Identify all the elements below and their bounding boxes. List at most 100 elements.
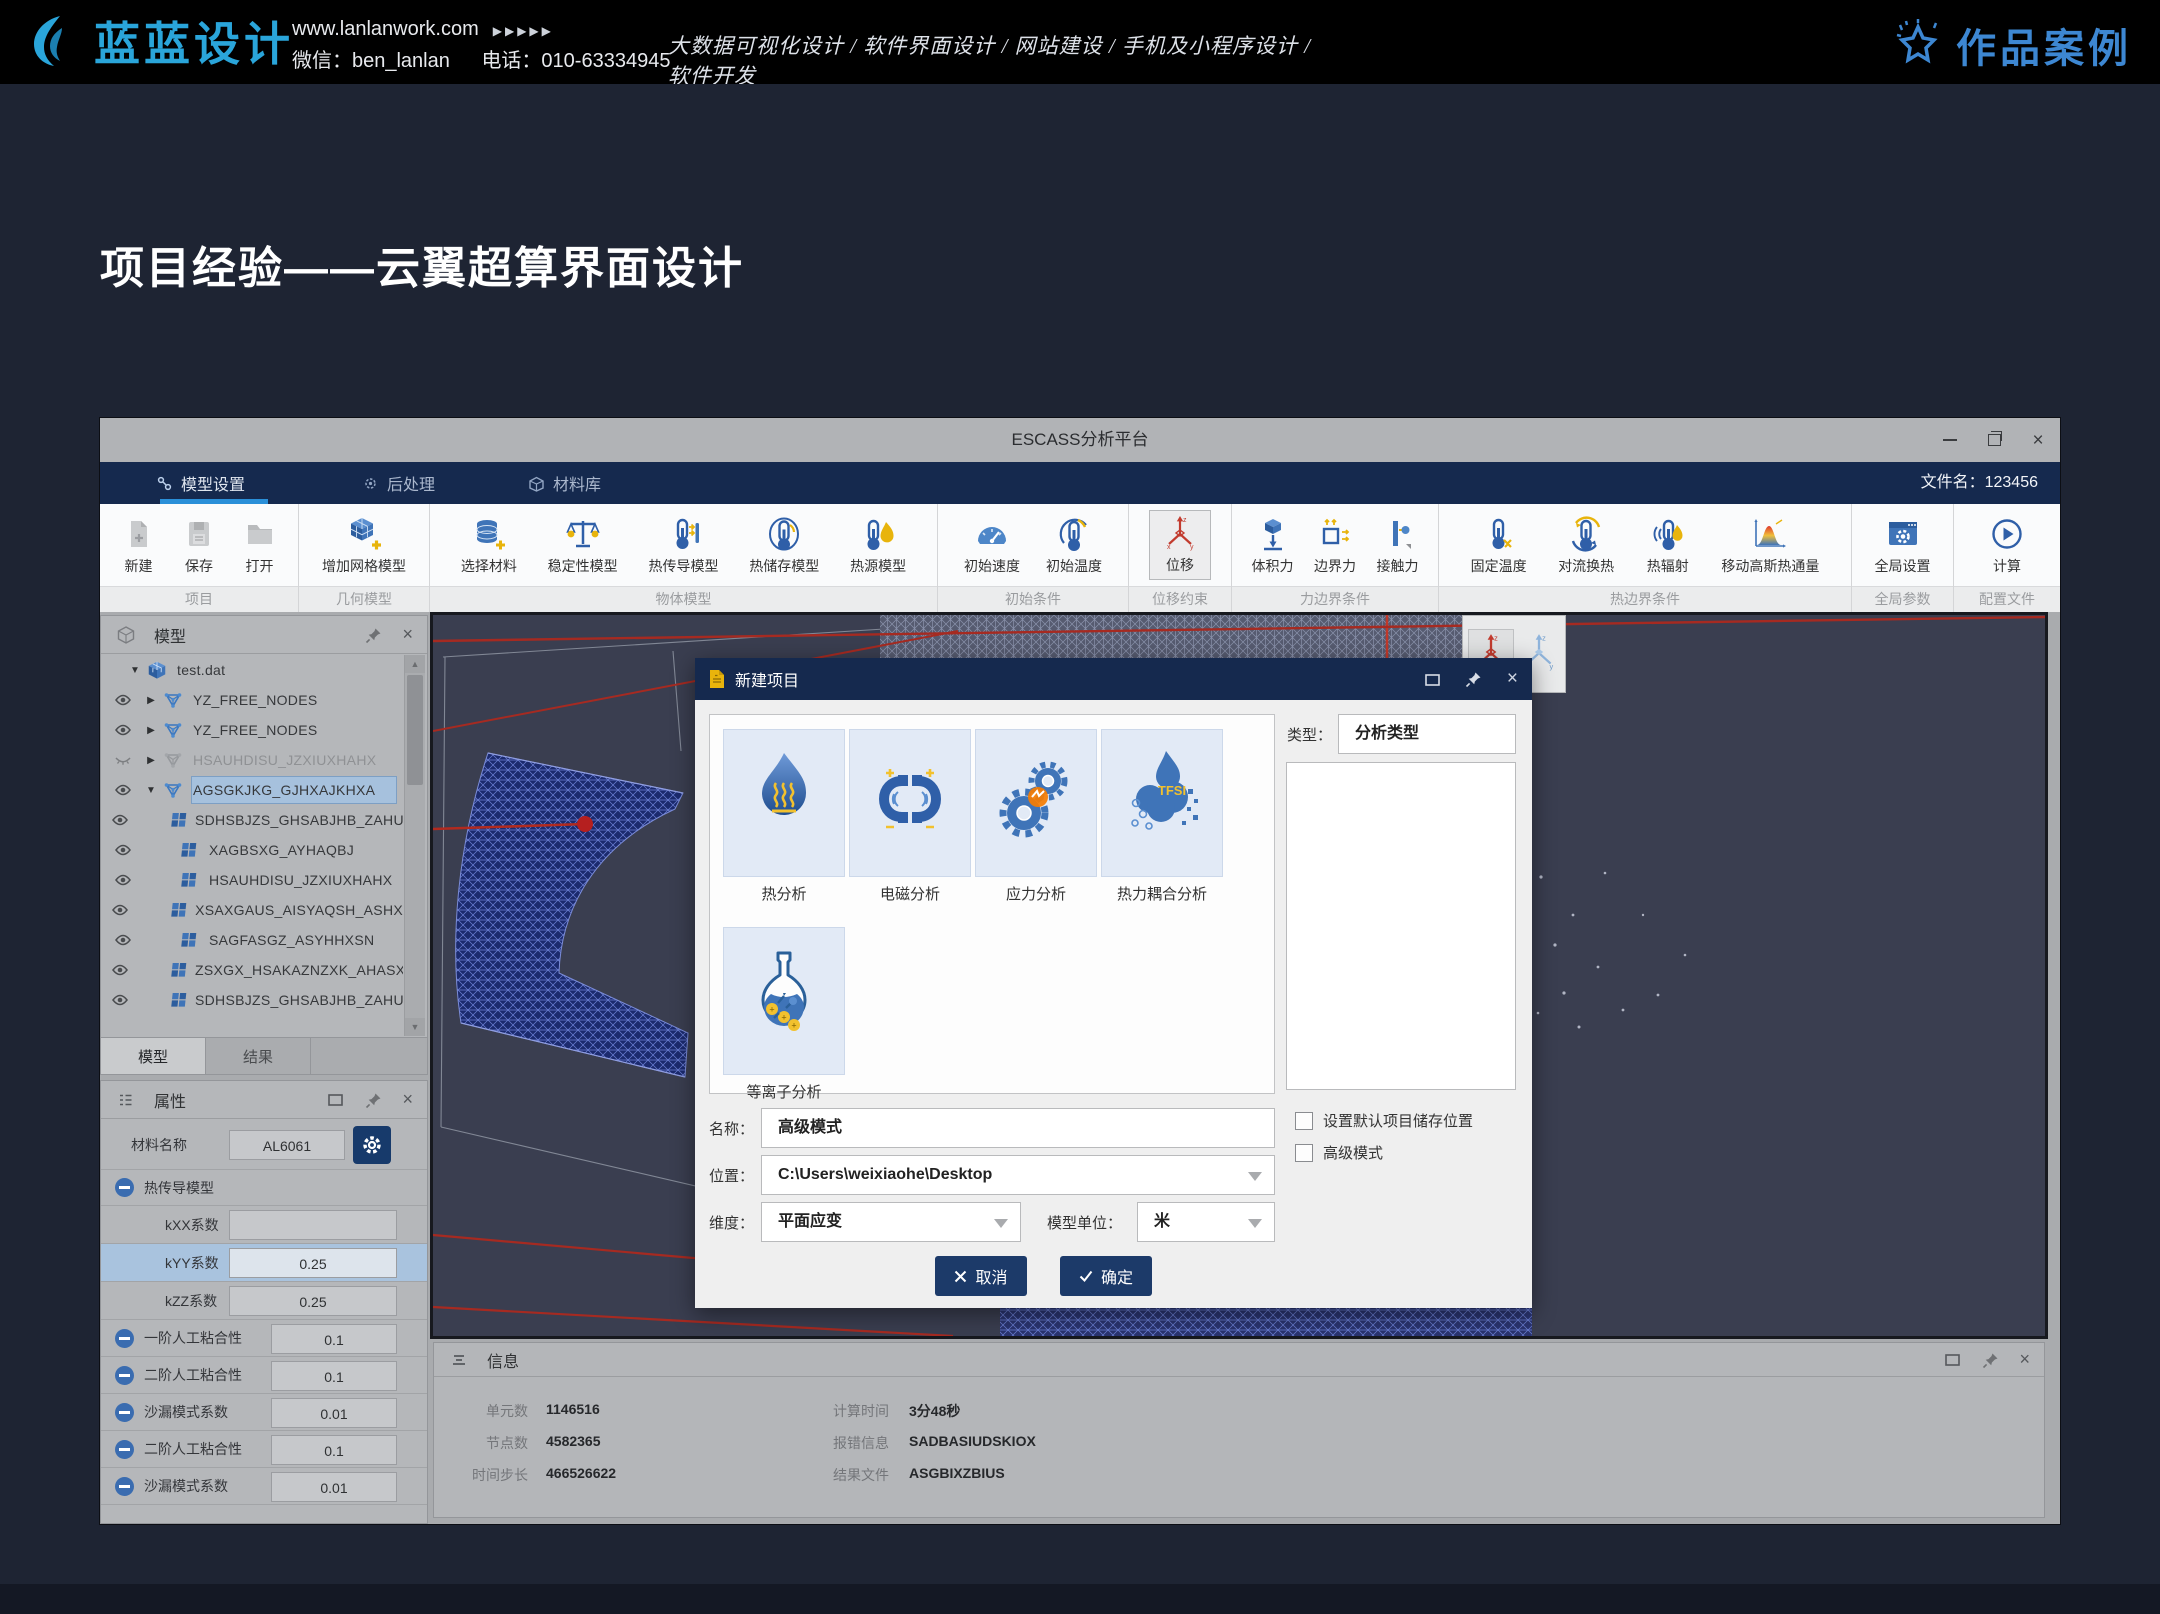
- cancel-button[interactable]: 取消: [935, 1256, 1027, 1296]
- open-button[interactable]: 打开: [238, 514, 282, 576]
- panel-close-icon[interactable]: ×: [402, 1089, 413, 1110]
- tile-thermal-coupled-analysis[interactable]: TFSI: [1101, 729, 1223, 877]
- tile-stress-analysis[interactable]: [975, 729, 1097, 877]
- prop-input[interactable]: 0.1: [271, 1435, 397, 1465]
- tree-scrollbar[interactable]: ▲ ▼: [404, 655, 425, 1036]
- red-node-marker[interactable]: [577, 816, 593, 832]
- dimension-dropdown[interactable]: 平面应变: [761, 1202, 1021, 1242]
- global-settings-button[interactable]: 全局设置: [1875, 514, 1931, 576]
- panel-close-icon[interactable]: ×: [2019, 1349, 2030, 1370]
- dialog-pin-icon[interactable]: [1465, 670, 1483, 688]
- eye-icon[interactable]: [111, 991, 129, 1009]
- tab-postprocess[interactable]: 后处理: [362, 462, 435, 504]
- kxx-input[interactable]: [229, 1210, 397, 1240]
- collapse-icon[interactable]: [115, 1440, 134, 1459]
- gaussian-flux-button[interactable]: 移动高斯热通量: [1721, 514, 1819, 576]
- body-force-button[interactable]: 体积力: [1251, 514, 1295, 576]
- dialog-titlebar[interactable]: 新建项目 ×: [695, 658, 1532, 700]
- caret-right-icon[interactable]: ▶: [143, 695, 159, 706]
- heat-source-model-button[interactable]: 热源模型: [850, 514, 906, 576]
- fixed-temperature-button[interactable]: 固定温度: [1471, 514, 1527, 576]
- eye-closed-icon[interactable]: [111, 751, 135, 769]
- default-location-option[interactable]: 设置默认项目储存位置: [1295, 1110, 1473, 1131]
- eye-icon[interactable]: [111, 841, 135, 859]
- heat-storage-model-button[interactable]: 热储存模型: [749, 514, 819, 576]
- tree-row[interactable]: XSAXGAUS_AISYAQSH_ASHX: [103, 895, 403, 925]
- prop-input[interactable]: 0.1: [271, 1324, 397, 1354]
- initial-velocity-button[interactable]: 初始速度: [964, 514, 1020, 576]
- type-input[interactable]: 分析类型: [1338, 714, 1516, 754]
- scroll-down-button[interactable]: ▼: [405, 1018, 425, 1036]
- caret-right-icon[interactable]: ▶: [143, 755, 159, 766]
- tab-material-library[interactable]: 材料库: [528, 462, 601, 504]
- tab-model-setup[interactable]: 模型设置: [156, 462, 245, 504]
- compute-button[interactable]: 计算: [1985, 514, 2029, 576]
- convection-button[interactable]: 对流换热: [1558, 514, 1614, 576]
- tree-row-selected[interactable]: ▼ AGSGKJKG_GJHXAJKHXA: [103, 775, 403, 805]
- stability-model-button[interactable]: 稳定性模型: [548, 514, 618, 576]
- close-button[interactable]: ×: [2016, 418, 2060, 462]
- pin-icon[interactable]: [363, 1089, 385, 1111]
- radiation-button[interactable]: 热辐射: [1646, 514, 1690, 576]
- caret-right-icon[interactable]: ▶: [143, 725, 159, 736]
- prop-input[interactable]: 0.1: [271, 1361, 397, 1391]
- pin-icon[interactable]: [1980, 1349, 2002, 1371]
- eye-icon[interactable]: [111, 781, 135, 799]
- name-input[interactable]: 高级模式: [761, 1108, 1275, 1148]
- scrollbar-thumb[interactable]: [407, 675, 423, 785]
- eye-icon[interactable]: [111, 931, 135, 949]
- dialog-float-icon[interactable]: [1424, 671, 1441, 688]
- checkbox-icon[interactable]: [1295, 1112, 1313, 1130]
- eye-icon[interactable]: [111, 961, 129, 979]
- pin-icon[interactable]: [363, 624, 385, 646]
- material-settings-button[interactable]: [353, 1126, 391, 1164]
- tile-electromagnetic-analysis[interactable]: [849, 729, 971, 877]
- analysis-type-listbox[interactable]: [1286, 762, 1516, 1090]
- float-window-icon[interactable]: [324, 1089, 346, 1111]
- minimize-button[interactable]: [1928, 418, 1972, 462]
- checkbox-icon[interactable]: [1295, 1144, 1313, 1162]
- float-window-icon[interactable]: [1941, 1349, 1963, 1371]
- dialog-close-icon[interactable]: ×: [1507, 668, 1518, 690]
- unit-dropdown[interactable]: 米: [1137, 1202, 1275, 1242]
- restore-button[interactable]: [1972, 418, 2016, 462]
- tree-row[interactable]: ▶ YZ_FREE_NODES: [103, 685, 403, 715]
- tree-row[interactable]: XAGBSXG_AYHAQBJ: [103, 835, 403, 865]
- heat-conduction-model-button[interactable]: 热传导模型: [648, 514, 718, 576]
- displacement-button[interactable]: 位移: [1150, 511, 1210, 579]
- initial-temperature-button[interactable]: 初始温度: [1046, 514, 1102, 576]
- tree-row[interactable]: SAGFASGZ_ASYHHXSN: [103, 925, 403, 955]
- tab-model[interactable]: 模型: [101, 1038, 206, 1074]
- eye-icon[interactable]: [111, 901, 129, 919]
- tree-row[interactable]: HSAUHDISU_JZXIUXHAHX: [103, 865, 403, 895]
- collapse-icon[interactable]: [115, 1477, 134, 1496]
- brand-logo[interactable]: 蓝蓝设计: [22, 8, 294, 74]
- tree-row-root[interactable]: ▼ test.dat: [103, 655, 403, 685]
- kzz-input[interactable]: 0.25: [229, 1286, 397, 1316]
- new-button[interactable]: 新建: [117, 514, 161, 576]
- tree-row-hidden[interactable]: ▶ HSAUHDISU_JZXIUXHAHX: [103, 745, 403, 775]
- collapse-icon[interactable]: [115, 1329, 134, 1348]
- kyy-input[interactable]: 0.25: [229, 1248, 397, 1278]
- prop-input[interactable]: 0.01: [271, 1472, 397, 1502]
- location-dropdown[interactable]: C:\Users\weixiaohe\Desktop: [761, 1155, 1275, 1195]
- tree-row[interactable]: ▶ YZ_FREE_NODES: [103, 715, 403, 745]
- advanced-mode-option[interactable]: 高级模式: [1295, 1142, 1383, 1163]
- add-mesh-model-button[interactable]: 增加网格模型: [322, 514, 406, 576]
- tile-plasma-analysis[interactable]: + + +: [723, 927, 845, 1075]
- tree-row[interactable]: SDHSBJZS_GHSABJHB_ZAHU: [103, 985, 403, 1015]
- prop-input[interactable]: 0.01: [271, 1398, 397, 1428]
- save-button[interactable]: 保存: [177, 514, 221, 576]
- boundary-force-button[interactable]: 边界力: [1313, 514, 1357, 576]
- collapse-icon[interactable]: [115, 1178, 134, 1197]
- collapse-icon[interactable]: [115, 1366, 134, 1385]
- material-name-input[interactable]: AL6061: [229, 1130, 345, 1160]
- tile-thermal-analysis[interactable]: [723, 729, 845, 877]
- eye-icon[interactable]: [111, 871, 135, 889]
- eye-icon[interactable]: [111, 811, 129, 829]
- tree-row[interactable]: SDHSBJZS_GHSABJHB_ZAHU: [103, 805, 403, 835]
- ok-button[interactable]: 确定: [1060, 1256, 1152, 1296]
- contact-force-button[interactable]: 接触力: [1376, 514, 1420, 576]
- window-titlebar[interactable]: ESCASS分析平台 ×: [100, 418, 2060, 463]
- collapse-icon[interactable]: [115, 1403, 134, 1422]
